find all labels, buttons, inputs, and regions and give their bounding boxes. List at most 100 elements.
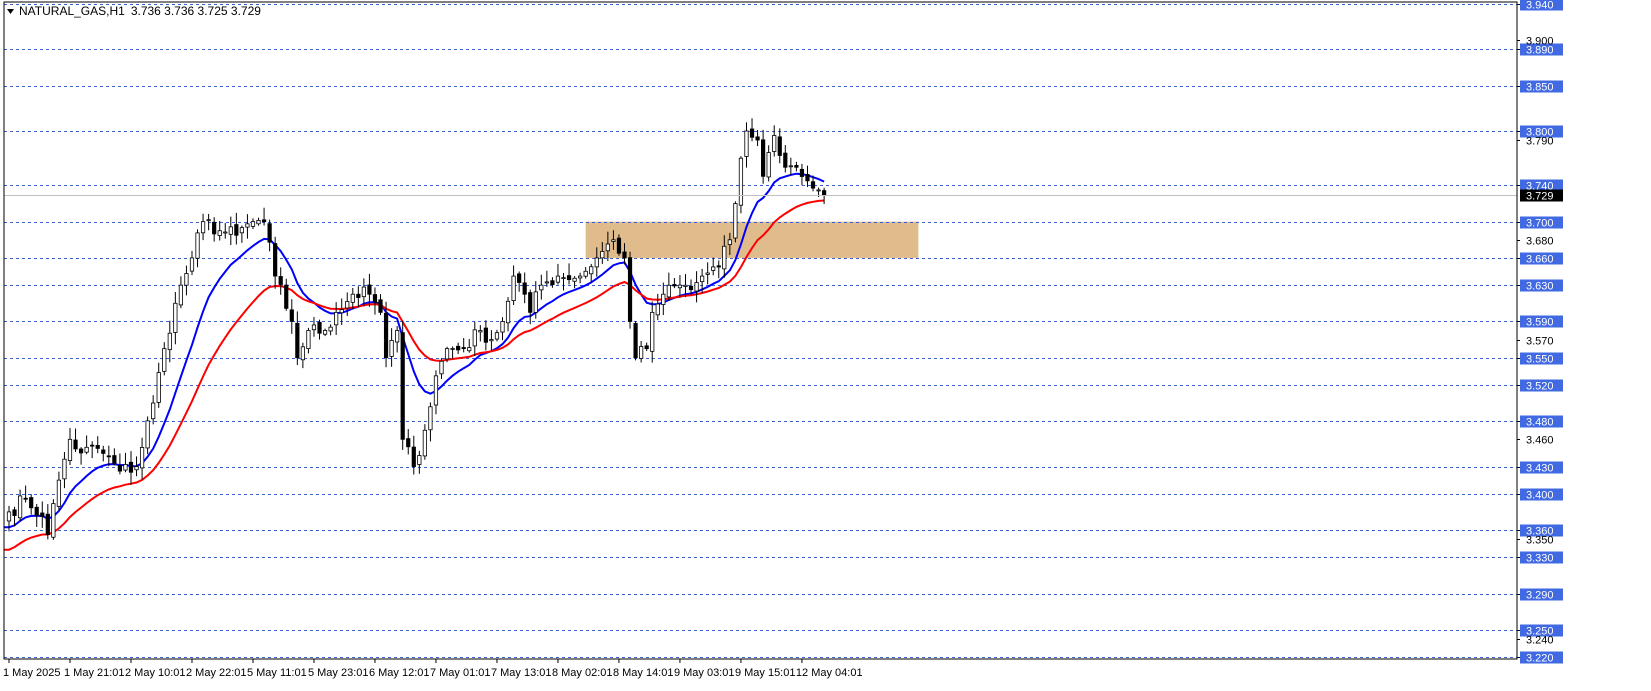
candle-body-bear xyxy=(289,309,294,322)
candle-body-bull xyxy=(766,152,771,178)
candle-body-bear xyxy=(400,332,405,440)
time-axis-label: 1 May 21:01 xyxy=(64,667,125,679)
candle-body-bear xyxy=(777,136,782,156)
candle-body-bull xyxy=(206,219,211,222)
candle-body-bear xyxy=(23,497,28,500)
candle-body-bull xyxy=(167,332,172,351)
resistance-zone xyxy=(585,221,919,258)
candle-body-bear xyxy=(295,322,300,359)
candle-body-bear xyxy=(278,276,283,285)
candle-body-bull xyxy=(178,284,183,306)
candle-body-bear xyxy=(212,221,217,235)
candle-body-bull xyxy=(256,219,261,225)
candle-body-bull xyxy=(594,257,599,268)
candle-body-bull xyxy=(666,284,671,298)
candle-body-bull xyxy=(334,311,339,326)
candle-body-bull xyxy=(395,330,400,343)
candle-body-bear xyxy=(644,345,649,350)
candle-body-bull xyxy=(200,221,206,234)
candle-body-bear xyxy=(101,449,106,454)
svg-text:NATURAL_GAS,H13.736 3.736 3.72: NATURAL_GAS,H1 3.736 3.736 3.725 3.729 xyxy=(19,4,261,18)
candle-body-bear xyxy=(672,284,677,287)
price-chart[interactable]: 3.9403.8903.8503.8003.7403.7003.6603.630… xyxy=(0,0,1651,686)
candle-body-bear xyxy=(566,275,572,281)
candle-body-bull xyxy=(62,458,67,480)
price-level-label: 3.430 xyxy=(1526,463,1554,475)
candle-body-bull xyxy=(788,165,793,168)
candle-body-bear xyxy=(356,293,361,298)
price-level-label: 3.550 xyxy=(1526,354,1554,366)
candle-body-bull xyxy=(17,495,23,519)
candle-body-bull xyxy=(583,270,588,277)
candle-body-bull xyxy=(239,227,244,234)
candle-body-bear xyxy=(794,165,799,168)
candle-body-bull xyxy=(489,339,494,342)
candle-body-bear xyxy=(317,321,322,334)
candle-body-bear xyxy=(517,273,522,283)
candle-body-bull xyxy=(67,438,73,462)
candle-body-bull xyxy=(738,157,744,206)
candle-body-bear xyxy=(367,284,372,295)
candle-body-bull xyxy=(56,479,62,507)
price-level-label: 3.700 xyxy=(1526,218,1554,230)
candle-body-bear xyxy=(95,445,100,449)
candle-body-bull xyxy=(189,257,195,272)
candle xyxy=(627,251,633,329)
price-level-label: 3.480 xyxy=(1526,417,1554,429)
candle-body-bull xyxy=(816,189,821,192)
time-axis-label: 2 May 22:01 xyxy=(186,667,247,679)
candle-body-bull xyxy=(478,330,483,333)
candle-body-bear xyxy=(799,168,805,177)
candle-body-bull xyxy=(250,221,256,227)
candle-body-bull xyxy=(311,324,317,331)
candle-body-bear xyxy=(383,312,389,359)
candle-body-bear xyxy=(372,294,378,303)
price-level-label: 3.940 xyxy=(1526,0,1554,12)
chart-window[interactable]: 3.940 3.890 3.850 3.800 3.740 3.700 3.660 3.630… xyxy=(0,0,1651,686)
candle-body-bull xyxy=(472,329,477,347)
candle-body-bear xyxy=(234,224,239,236)
candle-body-bear xyxy=(749,128,755,138)
candle-body-bear xyxy=(411,446,416,467)
candle-body-bear xyxy=(627,257,633,322)
candle-body-bull xyxy=(195,232,200,259)
candle-body-bear xyxy=(622,251,627,259)
candle-body-bull xyxy=(589,266,594,275)
candle-body-bull xyxy=(439,360,444,375)
candle-body-bear xyxy=(40,512,45,517)
candle-body-bull xyxy=(661,293,666,305)
candle-body-bear xyxy=(810,181,816,189)
candle-body-bull xyxy=(139,447,145,469)
candle-body-bull xyxy=(145,420,150,449)
candle-body-bull xyxy=(700,275,705,283)
candle-body-bear xyxy=(406,438,411,448)
candle-body-bear xyxy=(78,448,84,454)
candle-body-bear xyxy=(378,299,383,313)
candle-body-bull xyxy=(505,300,511,324)
candle-body-bull xyxy=(162,348,167,372)
header: NATURAL_GAS,H1 3.736 3.736 3.725 3.729 xyxy=(7,4,261,18)
candle-body-bull xyxy=(500,321,505,333)
candle-body-bear xyxy=(755,136,760,141)
candle-body-bull xyxy=(772,135,777,152)
candle-body-bull xyxy=(350,293,355,303)
candle-body-bear xyxy=(267,223,272,243)
candle-body-bear xyxy=(456,345,461,351)
candle-body-bull xyxy=(173,302,178,333)
candle-body-bear xyxy=(528,292,533,313)
candle-body-bull xyxy=(511,275,516,301)
candle-body-bull xyxy=(450,348,455,350)
candle-body-bull xyxy=(733,203,738,239)
candle-body-bear xyxy=(284,284,289,309)
price-axis-tick-label: 3.900 xyxy=(1526,36,1554,48)
candle-body-bull xyxy=(555,275,561,283)
time-axis-label: 12 May 04:01 xyxy=(796,667,863,679)
candle-body-bear xyxy=(716,265,721,268)
time-axis-label: 7 May 13:01 xyxy=(491,667,552,679)
supply-demand-zone-layer xyxy=(585,221,919,258)
price-axis-tick-label: 3.680 xyxy=(1526,236,1554,248)
price-level-label: 3.400 xyxy=(1526,490,1554,502)
candle-body-bull xyxy=(228,226,233,235)
candle-body-bear xyxy=(616,237,622,254)
price-level-label: 3.660 xyxy=(1526,254,1554,266)
